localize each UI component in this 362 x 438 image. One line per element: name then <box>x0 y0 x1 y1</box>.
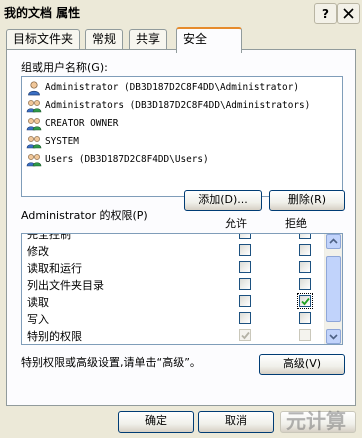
permission-row: 读取和运行 <box>22 259 324 275</box>
watermark: 元计算 <box>286 409 346 433</box>
group-icon <box>26 135 42 148</box>
scroll-down-button[interactable] <box>326 329 341 344</box>
allow-checkbox[interactable] <box>239 261 251 273</box>
cancel-button[interactable]: 取消 <box>198 411 274 433</box>
permission-name: 读取 <box>27 296 49 309</box>
deny-header: 拒绝 <box>285 217 307 230</box>
tab-label: 安全 <box>183 32 208 46</box>
advanced-hint: 特别权限或高级设置,请单击“高级”。 <box>21 356 201 369</box>
group-icon <box>26 117 42 130</box>
user-row[interactable]: Administrator (DB3D187D2C8F4DD\Administr… <box>26 79 299 96</box>
tab-label: 共享 <box>136 32 161 46</box>
group-user-label: 组或用户名称(G): <box>21 61 108 74</box>
tab-security[interactable]: 安全 <box>176 27 242 53</box>
allow-checkbox[interactable] <box>239 278 251 290</box>
permission-list: 完全控制 修改 读取和运行 列出文件夹目录 读取 写入 特别的权限 <box>21 233 343 345</box>
tab-label: 常规 <box>92 32 117 46</box>
permission-row: 特别的权限 <box>22 327 324 343</box>
deny-checkbox[interactable] <box>299 261 311 273</box>
ok-button[interactable]: 确定 <box>118 411 194 433</box>
title-bar: 我的文档 属性 ? <box>0 0 362 24</box>
deny-checkbox[interactable] <box>299 278 311 290</box>
allow-checkbox[interactable] <box>239 234 251 239</box>
user-row[interactable]: Administrators (DB3D187D2C8F4DD\Administ… <box>26 97 310 114</box>
scroll-thumb[interactable] <box>326 256 341 322</box>
allow-header: 允许 <box>225 217 247 230</box>
checkmark-icon <box>301 297 310 306</box>
allow-checkbox <box>239 329 251 341</box>
deny-checkbox <box>299 329 311 341</box>
user-name: Administrators (DB3D187D2C8F4DD\Administ… <box>45 100 311 111</box>
tab-target-folder[interactable]: 目标文件夹 <box>6 29 81 50</box>
user-row[interactable]: CREATOR OWNER <box>26 115 118 132</box>
deny-checkbox[interactable] <box>299 234 311 239</box>
allow-checkbox[interactable] <box>239 244 251 256</box>
scroll-up-button[interactable] <box>326 234 341 249</box>
allow-checkbox[interactable] <box>239 295 251 307</box>
checkmark-icon <box>241 331 250 340</box>
user-name: SYSTEM <box>45 136 79 147</box>
add-button[interactable]: 添加(D)... <box>184 190 262 211</box>
permission-name: 读取和运行 <box>27 262 82 275</box>
window-title: 我的文档 属性 <box>4 6 81 20</box>
permission-scrollbar[interactable] <box>324 234 342 344</box>
chevron-down-icon <box>329 334 338 340</box>
permission-name: 特别的权限 <box>27 330 82 343</box>
close-button[interactable] <box>337 3 360 24</box>
advanced-button[interactable]: 高级(V) <box>259 354 345 375</box>
user-icon <box>28 80 40 95</box>
user-name: Administrator (DB3D187D2C8F4DD\Administr… <box>45 82 299 93</box>
tab-sharing[interactable]: 共享 <box>129 29 168 50</box>
chevron-up-icon <box>329 238 338 244</box>
permission-name: 列出文件夹目录 <box>27 279 104 292</box>
permission-row-partial: 完全控制 <box>22 234 324 241</box>
help-button[interactable]: ? <box>314 3 337 24</box>
tab-general[interactable]: 常规 <box>85 29 124 50</box>
remove-button[interactable]: 删除(R) <box>269 190 345 211</box>
deny-checkbox[interactable] <box>299 244 311 256</box>
tab-label: 目标文件夹 <box>13 32 74 46</box>
group-icon <box>26 99 42 112</box>
user-row[interactable]: Users (DB3D187D2C8F4DD\Users) <box>26 151 209 168</box>
help-icon: ? <box>322 6 329 21</box>
permission-label: Administrator 的权限(P) <box>21 209 148 222</box>
user-list[interactable]: Administrator (DB3D187D2C8F4DD\Administr… <box>21 76 343 197</box>
deny-checkbox[interactable] <box>299 312 311 324</box>
permission-row: 写入 <box>22 310 324 326</box>
permission-name: 修改 <box>27 245 49 258</box>
permission-row: 列出文件夹目录 <box>22 276 324 292</box>
user-name: Users (DB3D187D2C8F4DD\Users) <box>45 154 209 165</box>
group-icon <box>26 153 42 166</box>
close-icon <box>343 8 354 19</box>
user-row[interactable]: SYSTEM <box>26 133 79 150</box>
security-panel: 组或用户名称(G): Administrator (DB3D187D2C8F4D… <box>6 49 356 406</box>
permission-row: 修改 <box>22 242 324 258</box>
permission-row: 读取 <box>22 293 324 309</box>
user-name: CREATOR OWNER <box>45 118 119 129</box>
deny-checkbox[interactable] <box>297 293 313 309</box>
allow-checkbox[interactable] <box>239 312 251 324</box>
permission-name: 写入 <box>27 313 49 326</box>
